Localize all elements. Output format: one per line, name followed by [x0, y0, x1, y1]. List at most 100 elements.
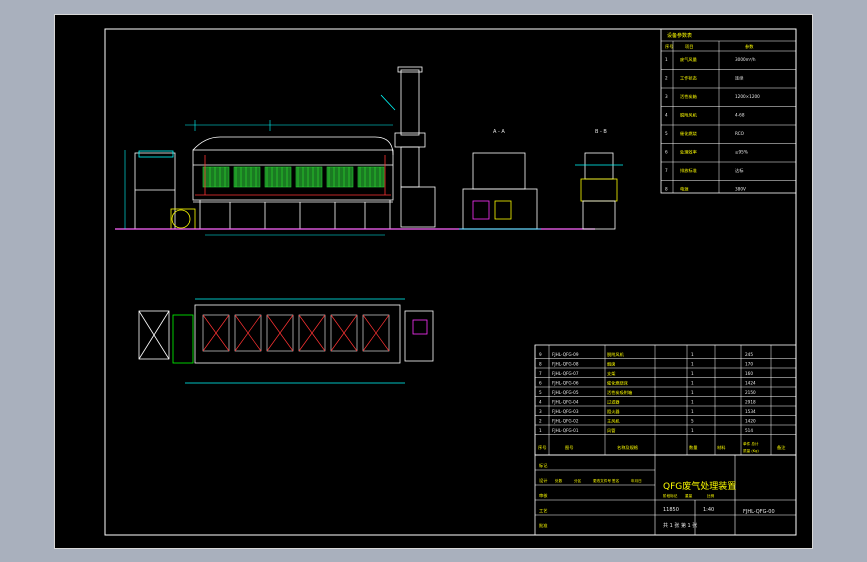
front-elevation-view — [115, 66, 595, 230]
parts-header-no: 序号 — [538, 444, 546, 451]
parts-row-name: 活性炭吸附箱 — [607, 389, 632, 396]
spec-row-no: 1 — [665, 57, 668, 62]
parts-row-no: 5 — [539, 390, 542, 395]
spec-row-item: 排放标准 — [680, 167, 697, 174]
parts-header-code: 图号 — [565, 445, 573, 451]
title-block-row-label: 工艺 — [539, 508, 547, 513]
title-block-stage-label: 重量 — [685, 493, 693, 498]
parts-row-code: FJHL-QFG-06 — [552, 381, 579, 386]
parts-header-name: 名称及规格 — [617, 444, 639, 451]
parts-row-code: FJHL-QFG-05 — [552, 390, 579, 395]
parts-row-name: 脱附风机 — [607, 351, 625, 358]
parts-grid: 9 FJHL-QFG-09 脱附风机 1 2458 FJHL-QFG-08 烟囱 1 1707 F… — [534, 345, 797, 455]
title-block-stage-label: 比例 — [707, 493, 715, 498]
parts-row-no: 9 — [539, 352, 542, 357]
parts-row-code: FJHL-QFG-03 — [552, 409, 579, 414]
parts-row-code: FJHL-QFG-04 — [552, 400, 579, 405]
title-block-col-label: 分区 — [574, 478, 582, 483]
spec-header-value: 参数 — [745, 43, 754, 50]
parts-row-mass: 1420 — [745, 419, 756, 424]
parts-row-qty: 1 — [691, 390, 694, 395]
parts-row-code: FJHL-QFG-09 — [552, 352, 579, 357]
spec-row-no: 8 — [665, 187, 668, 192]
parts-row-code: FJHL-QFG-08 — [552, 362, 579, 367]
spec-row-no: 6 — [665, 150, 668, 155]
section-a-label: A - A — [493, 129, 505, 135]
spec-row-item: 处理效率 — [680, 149, 697, 156]
parts-row-name: 烟囱 — [607, 361, 615, 368]
parts-row-name: 风管 — [607, 427, 615, 434]
drawing-scale: 1:40 — [703, 507, 714, 513]
spec-row-no: 5 — [665, 131, 668, 136]
title-block-rows: 标记设计审核工艺批准 处数 分区 更改文件号 签名 年月日阶段标记 重量 比例 — [539, 462, 715, 529]
drawing-viewport[interactable]: A - A B - B 设备参数表 序号 项目 参数 1 废气风量 3000m³/h 2 工作… — [54, 14, 813, 549]
sheet-count: 共 1 张 第 1 张 — [663, 522, 697, 529]
parts-row-mass: 1534 — [745, 409, 756, 414]
spec-row-value: 380V — [735, 187, 746, 192]
parts-header-material: 材料 — [717, 444, 726, 451]
parts-row-mass: 2150 — [745, 390, 756, 395]
title-block-stage-label: 阶段标记 — [663, 493, 678, 498]
parts-row-code: FJHL-QFG-07 — [552, 371, 579, 376]
section-b-label: B - B — [595, 129, 607, 135]
parts-row-name: 过滤器 — [607, 399, 620, 406]
parts-row-mass: 1424 — [745, 381, 756, 386]
parts-row-name: 支架 — [607, 370, 615, 377]
spec-table-title: 设备参数表 — [667, 32, 692, 39]
spec-table: 设备参数表 序号 项目 参数 1 废气风量 3000m³/h 2 工作状态 连续 3 活性炭箱 120… — [660, 28, 797, 194]
parts-row-no: 7 — [539, 371, 542, 376]
title-block-row-label: 设计 — [539, 477, 547, 484]
plan-cell-cross — [202, 314, 230, 352]
plan-cell-cross — [330, 314, 358, 352]
parts-row-name: 催化燃烧床 — [607, 380, 629, 387]
spec-row-item: 电源 — [680, 186, 689, 193]
section-b-view — [575, 152, 623, 230]
title-block-col-label: 年月日 — [631, 478, 642, 483]
parts-row-mass: 2918 — [745, 400, 756, 405]
title-block-col-label: 签名 — [612, 478, 620, 483]
parts-row-no: 4 — [539, 400, 542, 405]
plan-cells — [202, 314, 390, 352]
spec-row-value: 连续 — [735, 75, 743, 82]
parts-row-qty: 1 — [691, 362, 694, 367]
title-block-row-label: 审核 — [539, 492, 548, 499]
spec-row-no: 3 — [665, 94, 668, 99]
spec-row-no: 2 — [665, 76, 668, 81]
title-block-row-label: 标记 — [539, 462, 548, 469]
parts-header-note: 备注 — [777, 444, 786, 451]
spec-row-item: 催化燃烧 — [680, 130, 698, 137]
spec-grid: 序号 项目 参数 1 废气风量 3000m³/h 2 工作状态 连续 3 活性炭箱 1200×1200… — [661, 40, 796, 193]
parts-row-qty: 5 — [691, 419, 694, 424]
parts-row-no: 6 — [539, 381, 542, 386]
drawing-frame — [104, 28, 797, 536]
parts-row-mass: 170 — [745, 362, 753, 367]
parts-row-no: 2 — [539, 419, 542, 424]
title-block-row-label: 批准 — [539, 522, 547, 529]
parts-row-qty: 1 — [691, 352, 694, 357]
spec-row-item: 脱附风机 — [680, 112, 698, 119]
parts-row-qty: 1 — [691, 428, 694, 433]
cad-drawing: A - A B - B 设备参数表 序号 项目 参数 1 废气风量 3000m³/h 2 工作… — [104, 28, 797, 536]
plan-cell-cross — [298, 314, 326, 352]
drawing-weight: 11850 — [663, 507, 679, 513]
title-block-col-label: 处数 — [555, 478, 563, 483]
spec-row-value: 1200×1200 — [735, 94, 760, 99]
spec-row-item: 活性炭箱 — [680, 93, 697, 100]
parts-row-qty: 1 — [691, 400, 694, 405]
parts-row-mass: 514 — [745, 428, 753, 433]
spec-row-item: 工作状态 — [680, 75, 697, 82]
parts-row-qty: 1 — [691, 409, 694, 414]
section-a-view — [459, 152, 541, 230]
plan-cell-cross — [362, 314, 390, 352]
parts-header-mass: 单件 总计 — [743, 441, 759, 446]
plan-cell-cross — [234, 314, 262, 352]
filter-beds — [202, 166, 385, 188]
parts-row-mass: 245 — [745, 352, 753, 357]
parts-row-mass: 160 — [745, 371, 753, 376]
parts-row-no: 1 — [539, 428, 542, 433]
drawing-title: QFG废气处理装置 — [663, 480, 736, 492]
title-block-col-label: 更改文件号 — [593, 478, 611, 483]
parts-row-name: 主风机 — [607, 418, 620, 425]
title-block: QFG废气处理装置 FJHL-QFG-00 1:40 11850 共 1 张 第… — [534, 454, 797, 536]
parts-row-qty: 1 — [691, 381, 694, 386]
